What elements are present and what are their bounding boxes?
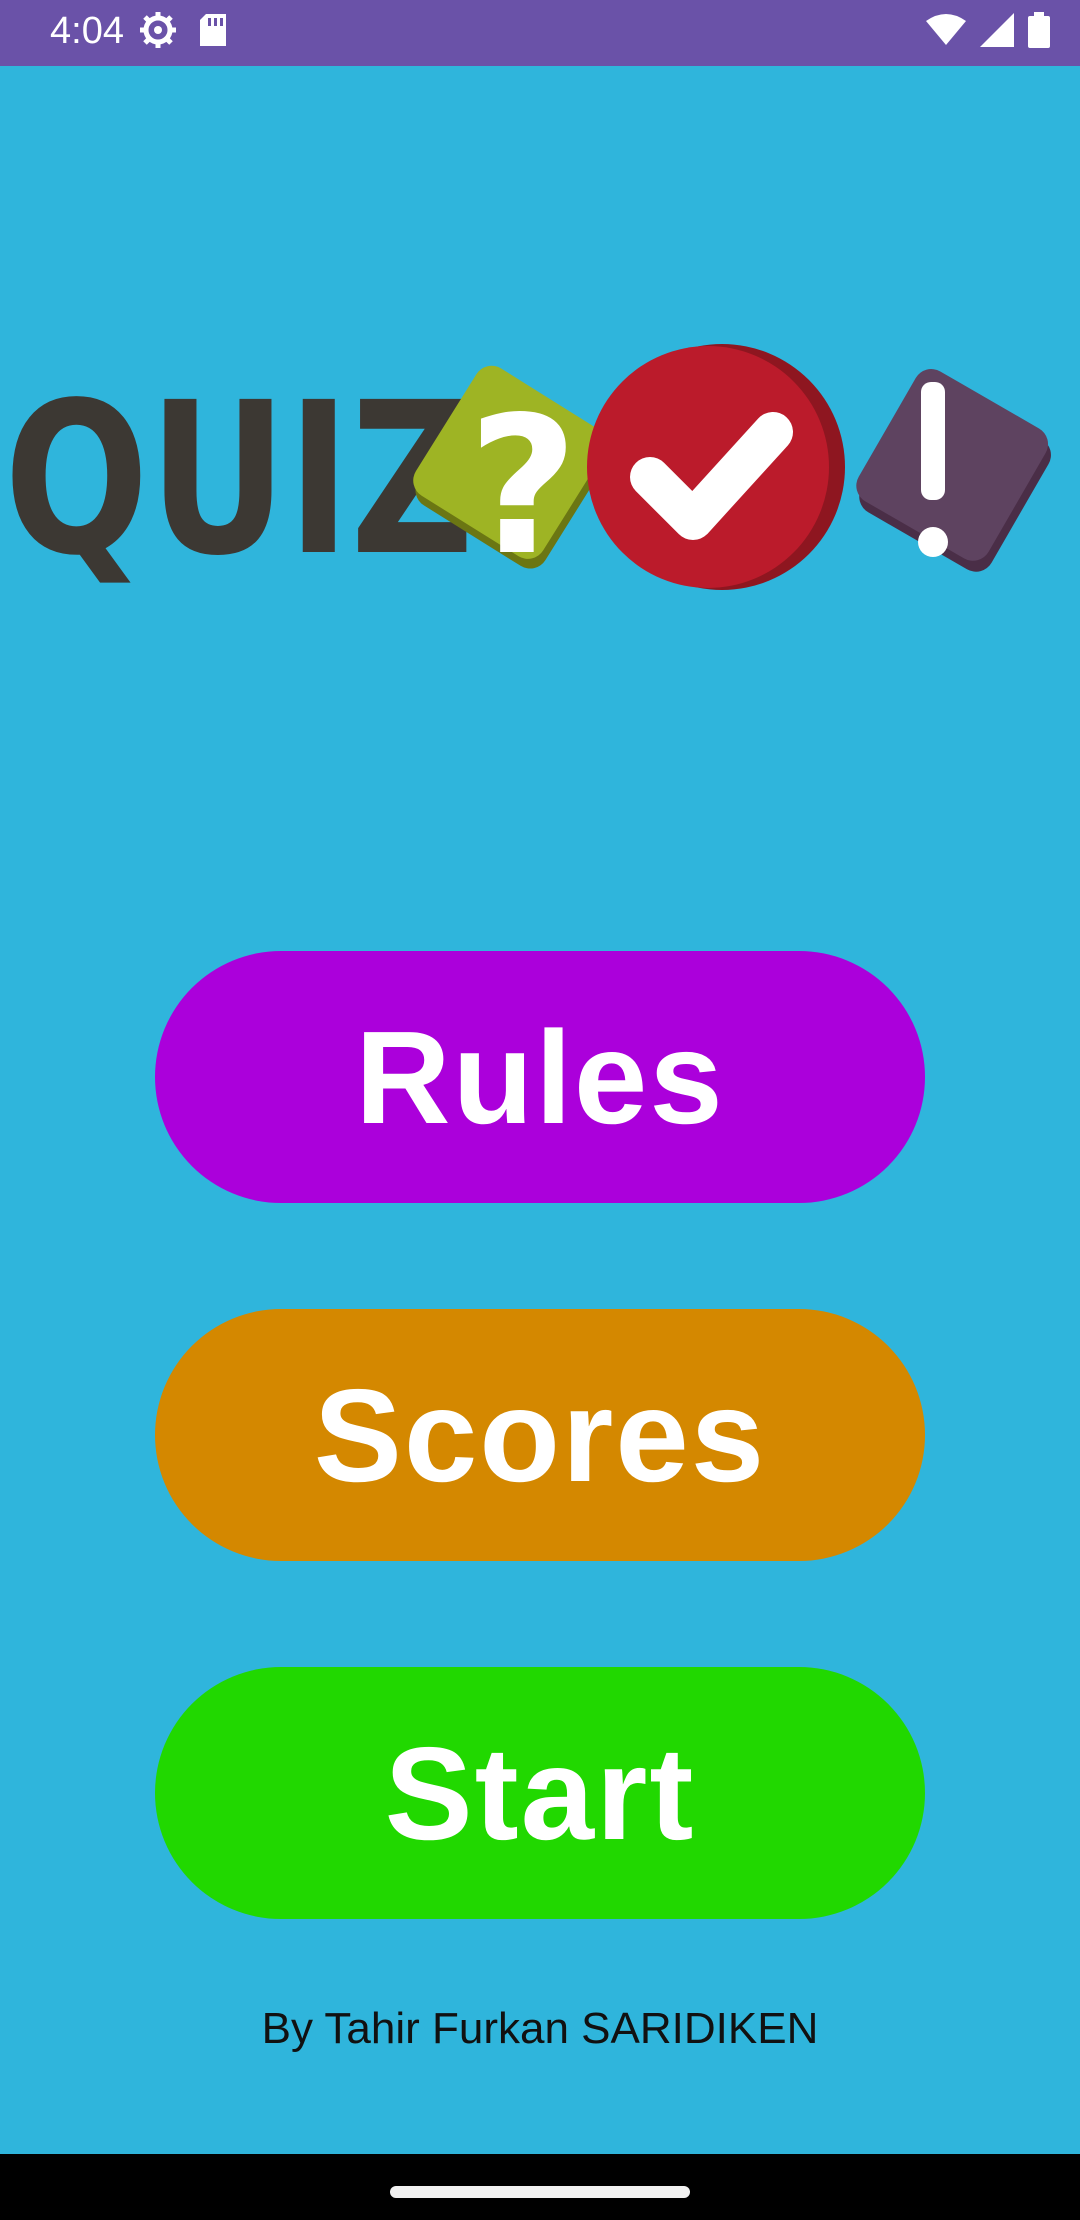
settings-icon <box>138 10 178 55</box>
author-credit: By Tahir Furkan SARIDIKEN <box>261 2004 819 2053</box>
home-gesture-handle[interactable] <box>390 2186 690 2198</box>
rules-button[interactable]: Rules <box>155 951 925 1203</box>
status-bar: 4:04 <box>0 0 1080 66</box>
battery-icon <box>1028 11 1050 53</box>
main-screen: 4:04 QUIZ ? Rules Scores Start By Tahir … <box>0 0 1080 2220</box>
start-button[interactable]: Start <box>155 1667 925 1919</box>
status-left-icons <box>138 10 228 55</box>
status-time: 4:04 <box>50 10 124 52</box>
scores-button[interactable]: Scores <box>155 1309 925 1561</box>
quiz-logo: QUIZ ? <box>4 344 1051 602</box>
exclamation-tile-icon <box>856 369 1051 572</box>
status-right-icons <box>926 11 1050 53</box>
cell-signal-icon <box>980 12 1014 52</box>
svg-text:?: ? <box>468 376 578 597</box>
svg-text:QUIZ: QUIZ <box>4 357 474 602</box>
sd-card-icon <box>198 12 228 53</box>
wifi-icon <box>926 13 966 52</box>
